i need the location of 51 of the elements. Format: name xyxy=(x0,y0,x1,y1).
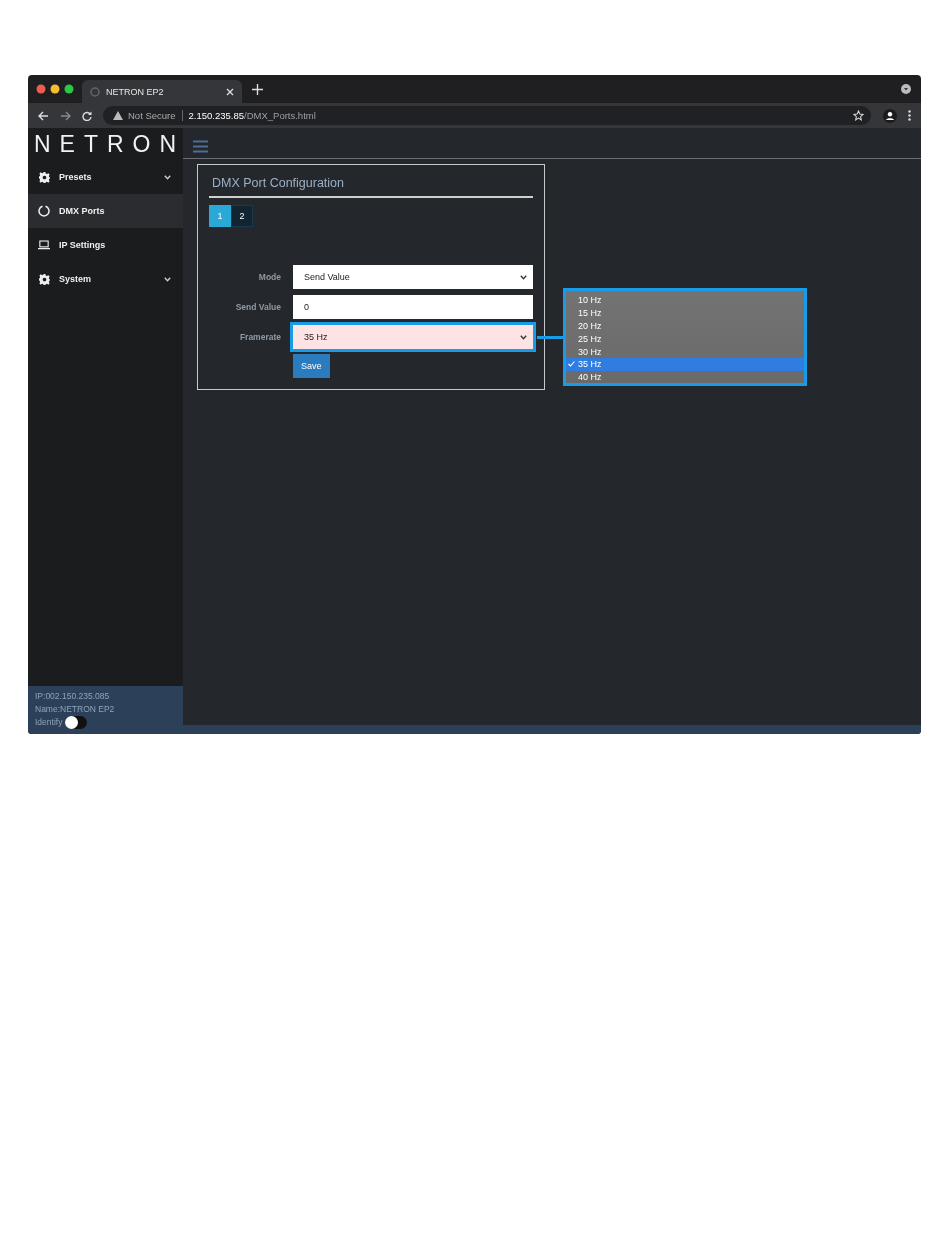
ip-address: IP:002.150.235.085 xyxy=(35,690,111,703)
browser-tab[interactable]: NETRON EP2 xyxy=(82,80,242,103)
warning-icon xyxy=(113,111,123,120)
check-icon xyxy=(568,361,578,368)
dropdown-option[interactable]: 15 Hz xyxy=(566,306,804,320)
new-tab-icon[interactable] xyxy=(252,83,263,95)
chevron-icon xyxy=(520,274,527,280)
url-text: 2.150.235.85/DMX_Ports.html xyxy=(188,110,316,121)
port-tab[interactable]: 2 xyxy=(231,205,253,227)
security-label: Not Secure xyxy=(128,110,176,121)
forward-icon[interactable] xyxy=(60,110,71,121)
sidebar-item[interactable]: IP Settings xyxy=(28,228,183,262)
gear-icon xyxy=(38,171,50,183)
sidebar-item[interactable]: Presets xyxy=(28,160,183,194)
sidebar-item[interactable]: System xyxy=(28,262,183,296)
window-controls-icon[interactable] xyxy=(36,84,74,94)
dropdown-option[interactable]: 40 Hz xyxy=(566,370,804,384)
profile-icon[interactable] xyxy=(883,108,897,123)
input-field[interactable]: 0 xyxy=(293,295,533,319)
save-button[interactable]: Save xyxy=(293,354,330,378)
gear-icon xyxy=(38,273,50,285)
chevron-icon xyxy=(164,276,171,282)
field-label: Framerate xyxy=(238,332,281,342)
identify-toggle[interactable] xyxy=(65,716,88,729)
logo: NETRON xyxy=(33,130,183,159)
sidebar-item[interactable]: DMX Ports xyxy=(28,194,183,228)
more-icon[interactable] xyxy=(908,110,911,121)
back-icon[interactable] xyxy=(38,110,49,121)
address-bar[interactable]: Not Secure 2.150.235.85/DMX_Ports.html xyxy=(103,106,871,125)
globe-icon xyxy=(90,86,100,97)
dropdown-option[interactable]: 35 Hz xyxy=(566,358,804,371)
card-title: DMX Port Configuration xyxy=(209,175,533,198)
field-label: Mode xyxy=(257,272,281,282)
dropdown-option[interactable]: 20 Hz xyxy=(566,319,804,333)
dropdown-option[interactable]: 10 Hz xyxy=(566,294,804,307)
chevron-icon xyxy=(164,174,171,180)
chevron-icon xyxy=(520,334,527,340)
menu-icon[interactable] xyxy=(193,139,208,153)
dropdown-option[interactable]: 30 Hz xyxy=(566,345,804,358)
reload-icon[interactable] xyxy=(82,110,92,121)
select-field[interactable]: Send Value xyxy=(293,265,533,289)
tab-title: NETRON EP2 xyxy=(106,86,165,97)
star-icon[interactable] xyxy=(853,110,864,121)
close-icon[interactable] xyxy=(226,87,234,96)
dropdown-option[interactable]: 25 Hz xyxy=(566,332,804,346)
laptop-icon xyxy=(38,239,50,251)
identify-label: Identify xyxy=(35,716,63,729)
tab-search-icon[interactable] xyxy=(901,84,911,94)
field-label: Send Value xyxy=(234,302,281,312)
device-name: Name:NETRON EP2 xyxy=(35,703,116,716)
select-field[interactable]: 35 Hz xyxy=(293,325,533,349)
